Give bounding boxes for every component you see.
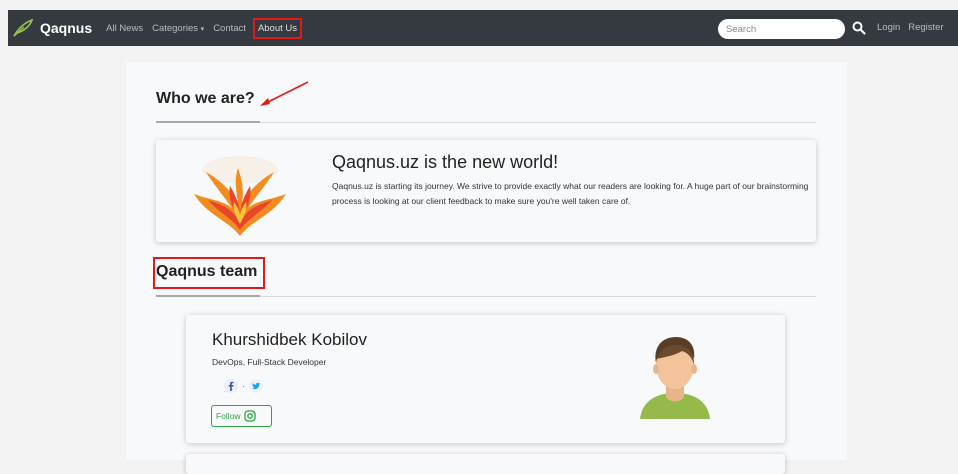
hero-card: Qaqnus.uz is the new world! Qaqnus.uz is…: [156, 140, 816, 242]
instagram-icon: [243, 410, 256, 422]
annotation-arrow-icon: [260, 81, 309, 106]
brand-link[interactable]: Qaqnus: [12, 19, 92, 37]
nav-contact[interactable]: Contact: [213, 23, 246, 34]
social-separator: ·: [242, 381, 245, 391]
login-link[interactable]: Login: [877, 22, 900, 33]
member-role: DevOps, Full-Stack Developer: [212, 357, 327, 367]
navbar: Qaqnus All News Categories ▾ Contact Abo…: [8, 10, 958, 46]
team-member-card: Khurshidbek Kobilov DevOps, Full-Stack D…: [186, 315, 785, 443]
hero-title: Qaqnus.uz is the new world!: [332, 152, 559, 172]
section-divider-accent: [156, 121, 260, 123]
feather-logo-icon: [13, 19, 34, 37]
nav-all-news[interactable]: All News: [106, 23, 143, 34]
social-links: ·: [224, 379, 263, 393]
search-input[interactable]: [718, 19, 845, 39]
twitter-icon[interactable]: [248, 379, 263, 393]
follow-label: Follow: [216, 411, 241, 421]
about-heading: Who we are?: [156, 90, 255, 107]
search-icon[interactable]: [852, 21, 866, 35]
section-divider-accent: [156, 295, 260, 297]
brand-name: Qaqnus: [40, 20, 93, 36]
member-avatar: [640, 337, 710, 419]
nav-about-us[interactable]: About Us: [252, 17, 303, 39]
team-member-card: [186, 454, 785, 474]
phoenix-logo-icon: [194, 156, 286, 236]
member-name: Khurshidbek Kobilov: [212, 330, 367, 349]
annotation-highlight-box: [153, 257, 265, 289]
hero-description: Qaqnus.uz is starting its journey. We st…: [332, 181, 809, 206]
nav-categories-label: Categories: [152, 22, 199, 34]
follow-instagram-button[interactable]: Follow: [211, 405, 272, 427]
facebook-icon[interactable]: [224, 379, 238, 393]
register-link[interactable]: Register: [908, 22, 943, 33]
about-page-container: Who we are? Qaqnus.uz is the new world! …: [126, 62, 847, 474]
nav-links: All News Categories ▾ Contact About Us: [106, 17, 311, 39]
nav-categories-dropdown[interactable]: Categories ▾: [152, 23, 204, 34]
chevron-down-icon: ▾: [200, 25, 205, 33]
